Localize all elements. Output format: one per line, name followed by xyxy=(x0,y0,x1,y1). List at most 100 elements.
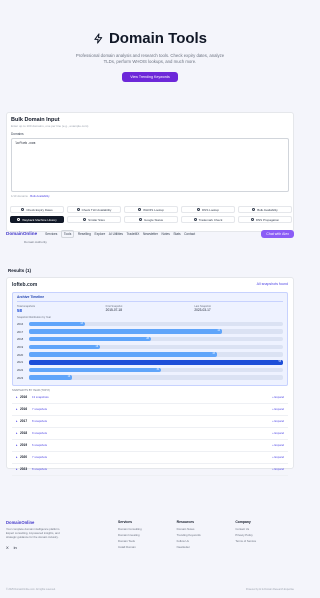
expand-link[interactable]: + Expand xyxy=(272,455,284,459)
x-icon[interactable]: X xyxy=(6,545,9,550)
footer-heading: Services xyxy=(118,520,132,524)
bar-year: 2016 xyxy=(17,321,24,326)
year-label: 2020 xyxy=(20,455,28,459)
view-trending-keywords-button[interactable]: View Trending Keywords xyxy=(122,72,178,82)
nav-link-contact[interactable]: Contact xyxy=(184,232,195,236)
wayback-machine-history-button[interactable]: Wayback Machine History xyxy=(10,216,64,223)
result-domain: lofteb.com xyxy=(12,282,38,288)
year-list: ▸ 2016 13 snapshots + Expand ▸ 2016 7 snapshot… xyxy=(12,392,288,476)
nav-link-services[interactable]: Services xyxy=(45,232,57,236)
tool-buttons: Check Expiry Dates Check TLD Availability… xyxy=(10,206,292,223)
year-count: 9 snapshots xyxy=(32,431,48,435)
bar-row: 2016 13 xyxy=(17,320,283,328)
footer: DomainOnline Your complete domain intell… xyxy=(6,520,294,580)
dns-propagation-button[interactable]: DNS Propagation xyxy=(238,216,292,223)
expand-link[interactable]: + Expand xyxy=(272,431,284,435)
expand-link[interactable]: + Expand xyxy=(272,467,284,471)
bar-row: 2021 58 xyxy=(17,358,283,366)
bar-row: 2022 30 xyxy=(17,366,283,374)
hero: Domain Tools Professional domain analysi… xyxy=(0,0,300,90)
trademark-check-button[interactable]: Trademark Check xyxy=(181,216,235,223)
tool-icon xyxy=(21,208,25,211)
bar-track: 28 xyxy=(29,336,283,342)
social-links: Xin xyxy=(6,545,118,550)
google-status-button[interactable]: Google Status xyxy=(124,216,178,223)
bulk-availability-link[interactable]: Bulk Availability xyxy=(30,194,49,198)
footer-brand[interactable]: DomainOnline xyxy=(6,520,118,525)
year-count: 6 snapshots xyxy=(32,443,48,447)
year-row[interactable]: ▸ 2016 13 snapshots + Expand xyxy=(12,392,288,404)
expand-link[interactable]: + Expand xyxy=(272,419,284,423)
stat-first-snapshot: First Snapshot 2015-07-18 xyxy=(106,305,195,313)
chat-button[interactable]: Chat with Alex xyxy=(261,229,294,238)
bulk-title: Bulk Domain Input xyxy=(11,117,60,123)
year-count: 7 snapshots xyxy=(32,407,48,411)
tool-icon xyxy=(138,208,142,211)
tool-label: DNS Propagation xyxy=(255,217,280,222)
bar-row: 2018 28 xyxy=(17,335,283,343)
bar-year: 2019 xyxy=(17,344,24,349)
footer-col-services: Services Domain Consulting Domain Investin… xyxy=(118,520,177,580)
year-row[interactable]: ▸ 2017 8 snapshots + Expand xyxy=(12,416,288,428)
bulk-availability-button[interactable]: Bulk Availability xyxy=(238,206,292,213)
bar-track: 13 xyxy=(29,321,283,327)
whois-lookup-button[interactable]: WHOIS Lookup xyxy=(124,206,178,213)
bar-track: 16 xyxy=(29,344,283,350)
year-count: 7 snapshots xyxy=(32,455,48,459)
expand-link[interactable]: + Expand xyxy=(272,395,284,399)
distribution-bars: 2016 13 2017 44 2018 28 2019 16 2020 43 2021 58 2022… xyxy=(17,320,283,382)
linkedin-icon[interactable]: in xyxy=(14,545,17,550)
nav-link-reselling[interactable]: Reselling xyxy=(78,232,91,236)
year-row[interactable]: ▸ 2018 9 snapshots + Expand xyxy=(12,428,288,440)
dns-lookup-button[interactable]: DNS Lookup xyxy=(181,206,235,213)
bulk-footer: 1/10 domains · Bulk Availability xyxy=(11,194,50,198)
year-row[interactable]: ▸ 2016 7 snapshots + Expand xyxy=(12,404,288,416)
expand-link[interactable]: + Expand xyxy=(272,443,284,447)
year-count: 8 snapshots xyxy=(32,467,48,471)
nav-link-trademx[interactable]: TradeMX xyxy=(126,232,139,236)
stat-value: 2015-07-18 xyxy=(105,308,122,312)
nav-link-stats[interactable]: Stats xyxy=(173,232,180,236)
year-label: 2016 xyxy=(20,395,28,399)
nav-sub-item[interactable]: Domain Authority xyxy=(24,240,47,244)
check-expiry-dates-button[interactable]: Check Expiry Dates xyxy=(10,206,64,213)
bar-track: 44 xyxy=(29,329,283,334)
year-row[interactable]: ▸ 2023 8 snapshots + Expand xyxy=(12,464,288,476)
bar-row: 2023 10 xyxy=(17,374,283,382)
tool-icon xyxy=(76,208,80,211)
bar-fill: 43 xyxy=(29,352,217,357)
domains-label: Domains xyxy=(11,132,24,136)
tool-label: Check TLD Availability xyxy=(81,207,112,212)
bar-row: 2020 43 xyxy=(17,351,283,359)
nav-link-explore[interactable]: Explore xyxy=(94,232,105,236)
expand-link[interactable]: + Expand xyxy=(272,407,284,411)
brand-logo[interactable]: DomainOnline xyxy=(6,231,37,236)
footer-link-install-domain[interactable]: Install Domain xyxy=(118,545,177,551)
nav-link-ai-utilities[interactable]: AI Utilities xyxy=(109,232,123,236)
nav-link-tools[interactable]: Tools xyxy=(60,229,75,238)
nav-link-newsletter[interactable]: Newsletter xyxy=(143,232,158,236)
check-tld-availability-button[interactable]: Check TLD Availability xyxy=(67,206,121,213)
tool-icon xyxy=(252,208,256,211)
domains-textarea[interactable]: lofteb.com xyxy=(11,138,289,192)
page-subtitle: Professional domain analysis and researc… xyxy=(75,53,225,64)
bar-year: 2023 xyxy=(17,375,24,380)
bar-track: 10 xyxy=(29,375,283,380)
copyright-bar: © 2025 DomainOnline.com. All rights rese… xyxy=(6,588,294,591)
footer-link-terms-of-service[interactable]: Terms of Service xyxy=(235,539,294,545)
bar-year: 2022 xyxy=(17,367,24,372)
tool-icon xyxy=(83,218,87,221)
bar-year: 2020 xyxy=(17,352,24,357)
tool-icon xyxy=(196,208,200,211)
year-row[interactable]: ▸ 2019 6 snapshots + Expand xyxy=(12,440,288,452)
tool-icon xyxy=(17,218,21,221)
nav-link-notes[interactable]: Notes xyxy=(162,232,170,236)
stat-last-snapshot: Last Snapshot 2023-03-17 xyxy=(194,305,283,313)
footer-heading: Company xyxy=(235,520,251,524)
bar-row: 2019 16 xyxy=(17,343,283,351)
footer-link-newsletter[interactable]: Newsletter xyxy=(177,545,236,551)
bar-year: 2018 xyxy=(17,337,24,342)
year-row[interactable]: ▸ 2020 7 snapshots + Expand xyxy=(12,452,288,464)
similar-sites-button[interactable]: Similar Sites xyxy=(67,216,121,223)
tool-icon xyxy=(250,218,254,221)
